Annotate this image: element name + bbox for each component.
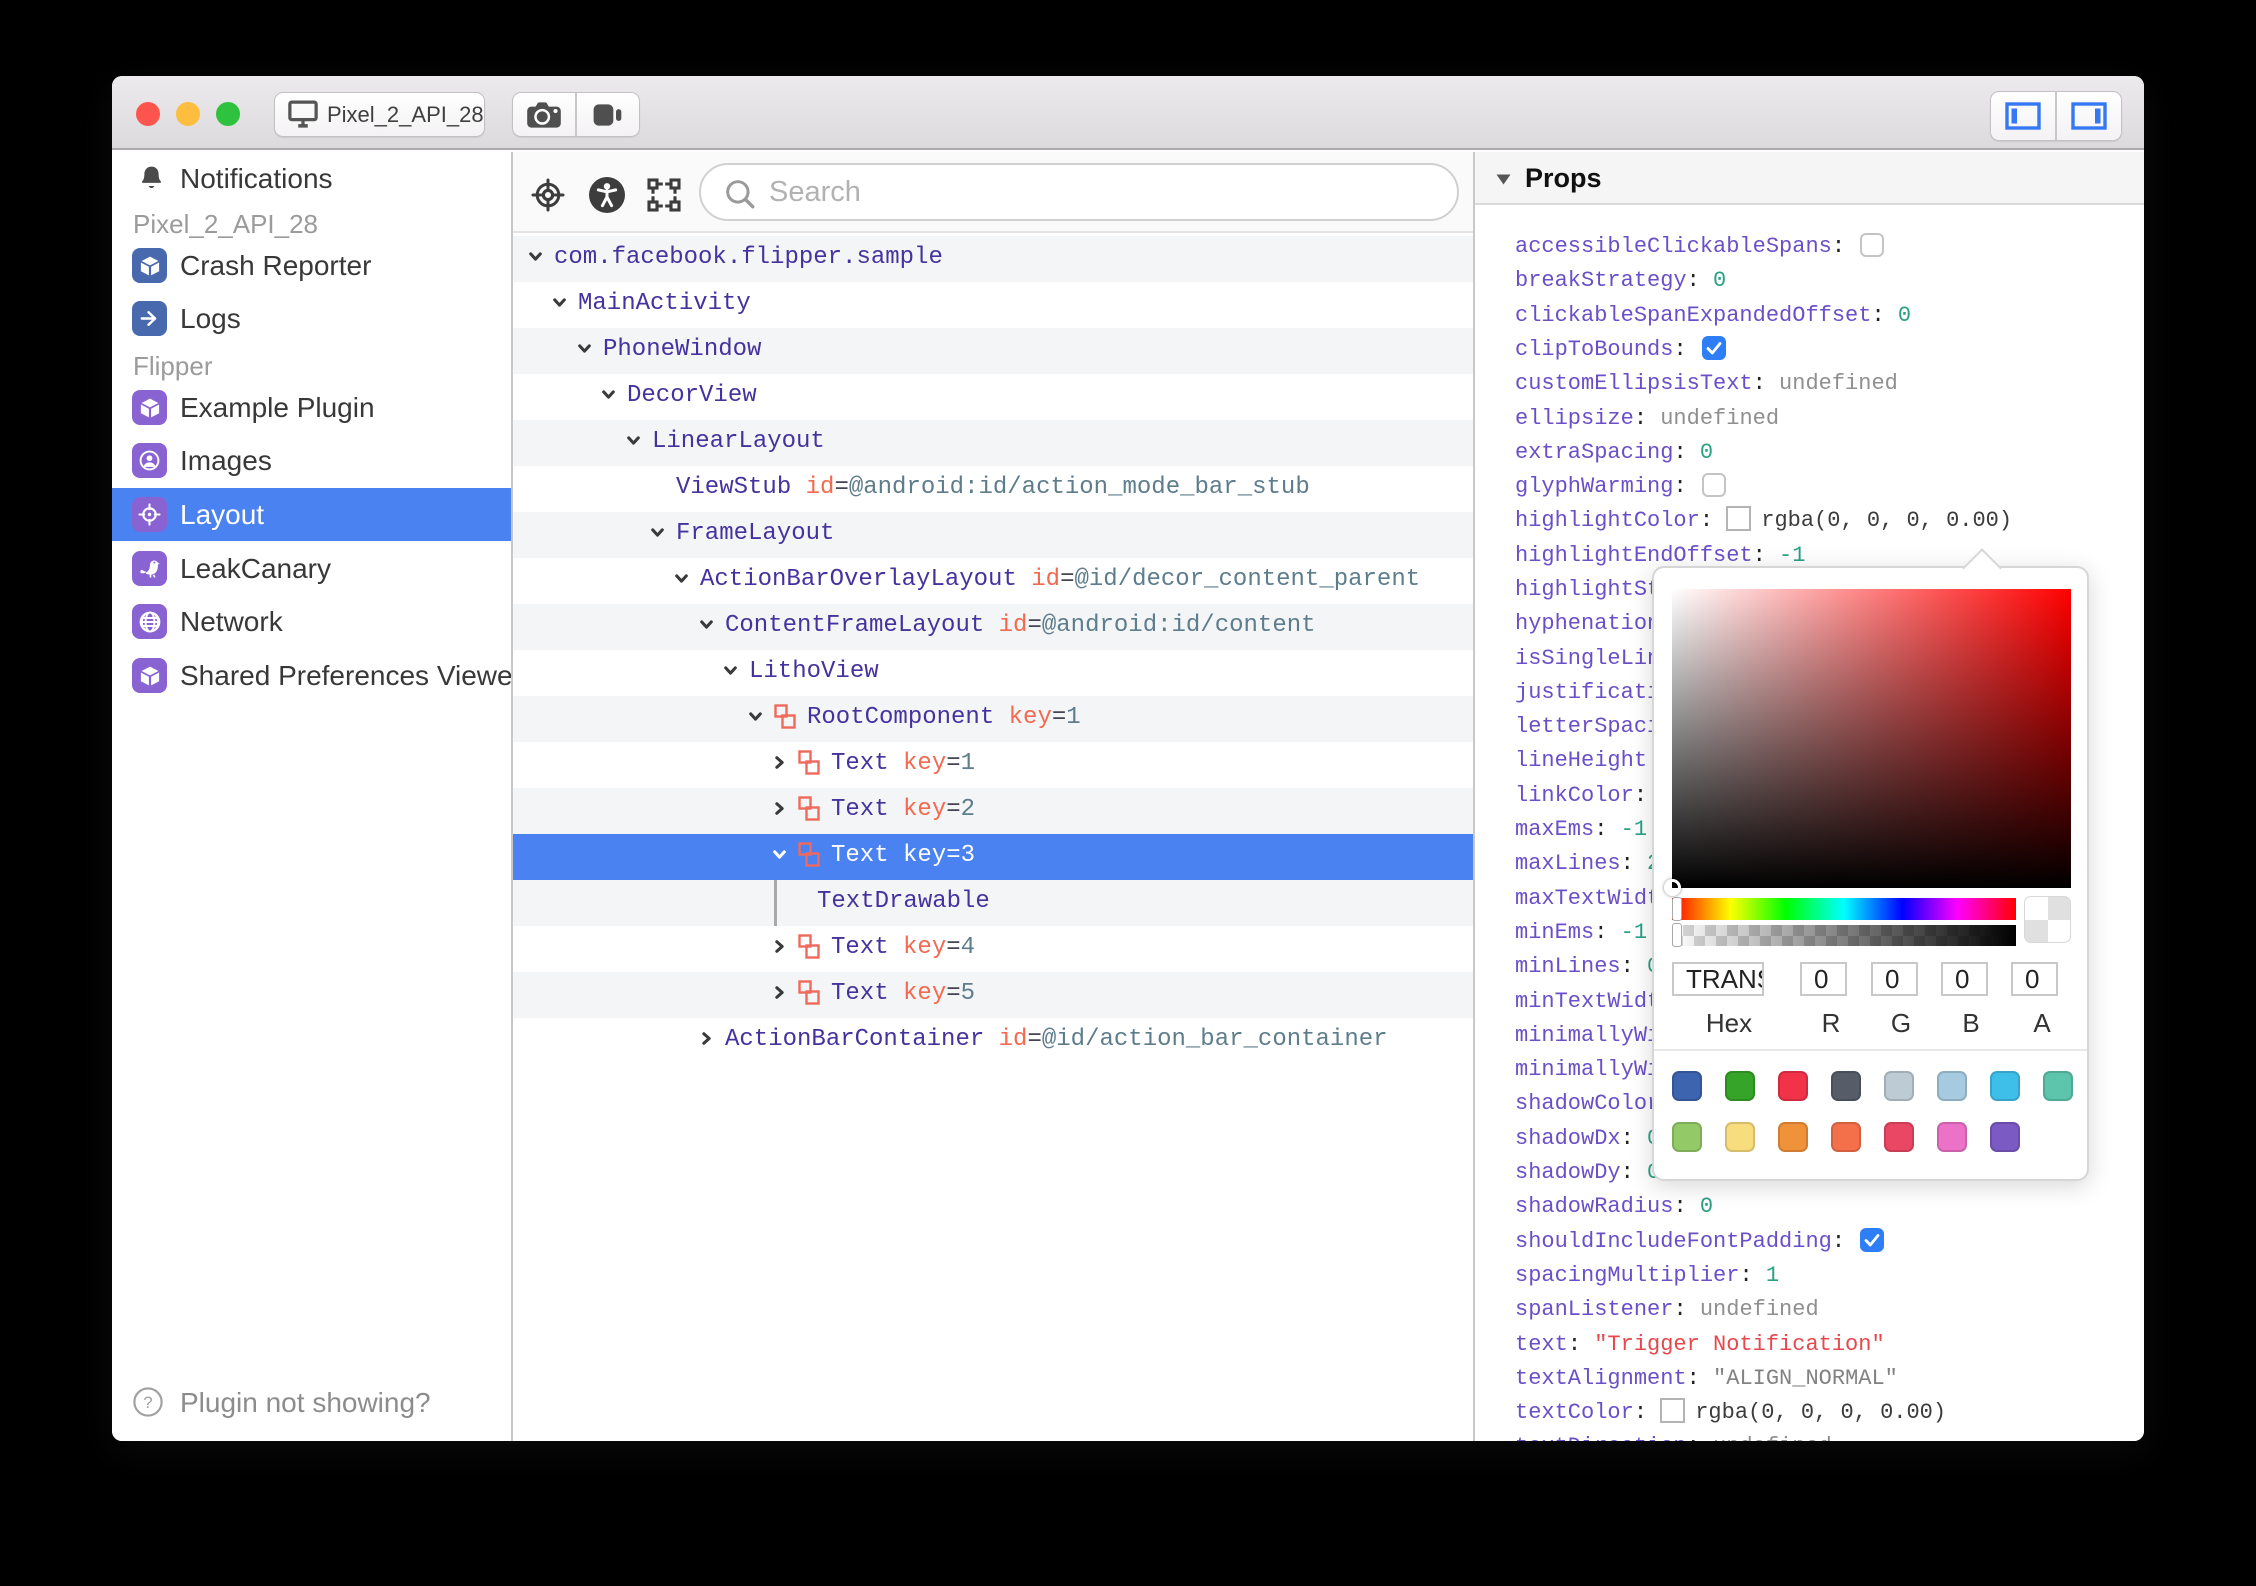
svg-text:?: ? [143,1393,152,1412]
